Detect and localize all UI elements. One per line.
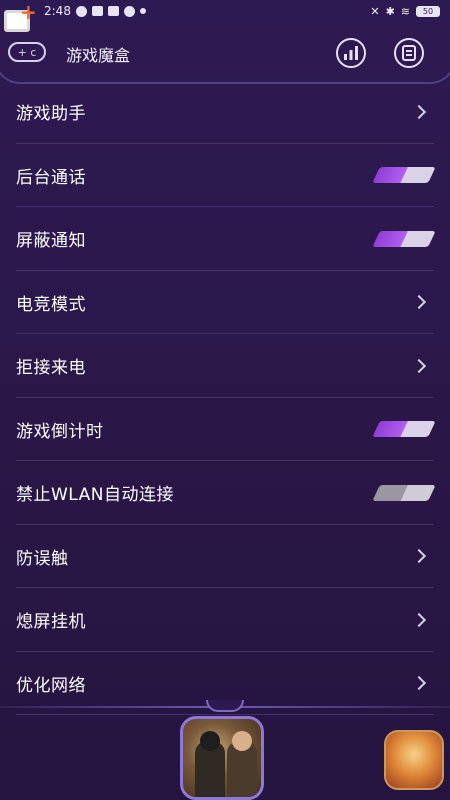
setting-game-assistant[interactable]: 游戏助手: [0, 80, 450, 144]
setting-label: 熄屏挂机: [16, 612, 86, 633]
setting-game-countdown: 游戏倒计时: [0, 398, 450, 462]
setting-background-call: 后台通话: [0, 144, 450, 208]
setting-label: 电竞模式: [16, 294, 86, 315]
setting-label: 禁止WLAN自动连接: [16, 485, 175, 506]
setting-esports-mode[interactable]: 电竞模式: [0, 271, 450, 335]
notification-icon: [75, 5, 87, 17]
block-notifications-toggle[interactable]: [372, 230, 436, 247]
chevron-right-icon: [411, 295, 427, 310]
setting-label: 拒接来电: [16, 358, 86, 379]
app-header: + c 游戏魔盒: [0, 24, 450, 84]
gallery-notification-icon: [107, 6, 119, 16]
document-icon: [402, 45, 416, 61]
chevron-right-icon: [411, 676, 427, 691]
game-dock: [0, 700, 450, 800]
settings-list: 游戏助手 后台通话 屏蔽通知 电竞模式 拒接来电 游戏倒计时 禁止WLAN自动连…: [0, 80, 450, 715]
setting-reject-calls[interactable]: 拒接来电: [0, 334, 450, 398]
setting-disable-wlan-autoconnect: 禁止WLAN自动连接: [0, 461, 450, 525]
bar-chart-icon: [344, 46, 358, 60]
gamepad-icon[interactable]: + c: [8, 42, 46, 62]
setting-label: 优化网络: [16, 675, 86, 696]
chevron-right-icon: [411, 612, 427, 627]
chevron-right-icon: [411, 104, 427, 119]
setting-block-notifications: 屏蔽通知: [0, 207, 450, 271]
setting-label: 游戏倒计时: [16, 421, 104, 442]
wifi-icon: ≋: [400, 4, 410, 18]
game-countdown-toggle[interactable]: [372, 421, 436, 438]
notes-button[interactable]: [394, 38, 424, 68]
setting-label: 游戏助手: [16, 104, 86, 125]
performance-stats-button[interactable]: [336, 38, 366, 68]
dock-handle[interactable]: [206, 700, 244, 712]
page-title: 游戏魔盒: [66, 46, 131, 65]
gamepad-icon-label: + c: [17, 45, 37, 59]
disable-wlan-autoconnect-toggle[interactable]: [372, 484, 436, 501]
status-time: 2:48: [44, 4, 71, 18]
mute-icon: ✕: [370, 4, 380, 18]
hero-game-icon[interactable]: [384, 730, 444, 790]
chevron-right-icon: [411, 358, 427, 373]
app-notification-icon: [91, 6, 103, 16]
setting-label: 屏蔽通知: [16, 231, 86, 252]
setting-label: 后台通话: [16, 167, 86, 188]
message-icon: [123, 5, 135, 17]
chevron-right-icon: [411, 549, 427, 564]
setting-screen-off-idle[interactable]: 熄屏挂机: [0, 588, 450, 652]
bluetooth-icon: ✱: [385, 4, 395, 18]
status-bar: 2:48 ✕ ✱ ≋ 50: [0, 0, 450, 22]
pubg-game-icon[interactable]: [180, 716, 264, 800]
battery-icon: 50: [416, 5, 440, 17]
setting-anti-mistouch[interactable]: 防误触: [0, 525, 450, 589]
dot-icon: [139, 8, 146, 14]
setting-label: 防误触: [16, 548, 69, 569]
background-call-toggle[interactable]: [372, 167, 436, 184]
